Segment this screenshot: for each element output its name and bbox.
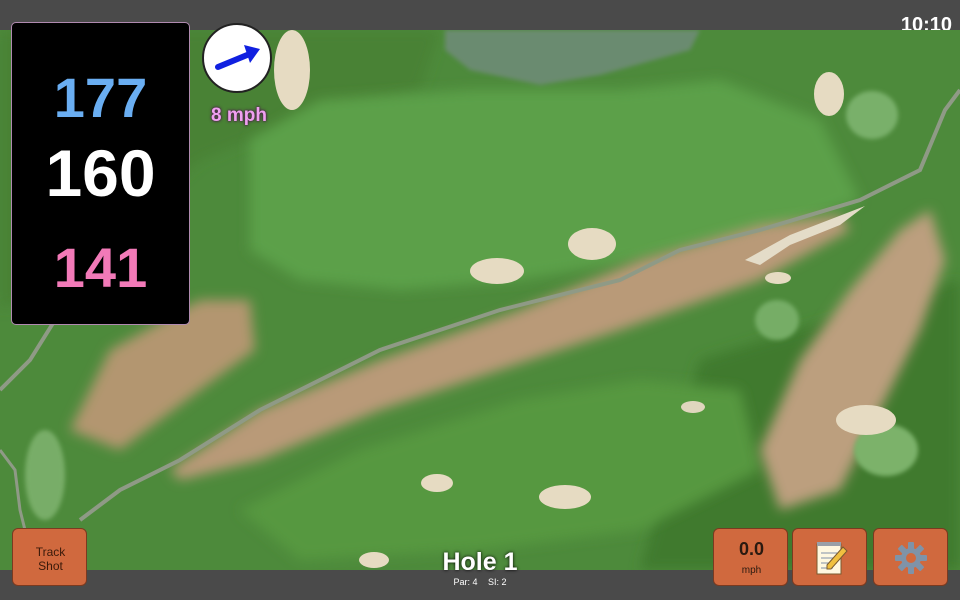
track-shot-label-line2: Shot (38, 559, 63, 573)
wind-speed: 8 mph (211, 105, 267, 126)
hole-stroke-index: SI: 2 (488, 577, 507, 587)
settings-button[interactable] (873, 528, 948, 586)
hole-par: Par: 4 (453, 577, 478, 587)
speed-value: 0.0 (738, 539, 765, 559)
hole-meta: Par: 4 SI: 2 (380, 577, 580, 587)
back-distance: 177 (53, 66, 148, 129)
track-shot-button[interactable]: Track Shot (12, 528, 87, 586)
front-distance: 141 (53, 236, 148, 299)
distance-panel: 177 160 141 (11, 22, 190, 325)
track-shot-label-line1: Track (35, 545, 66, 559)
notepad-icon (816, 542, 848, 575)
speed-unit: mph (741, 565, 762, 576)
notes-button[interactable] (792, 528, 867, 586)
gear-icon (895, 542, 927, 574)
speed-button[interactable]: 0.0 mph (713, 528, 788, 586)
hole-title: Hole 1 (442, 548, 518, 576)
wind-indicator (202, 23, 272, 93)
wind-direction-arrow-icon (215, 45, 260, 70)
middle-distance: 160 (45, 136, 156, 210)
